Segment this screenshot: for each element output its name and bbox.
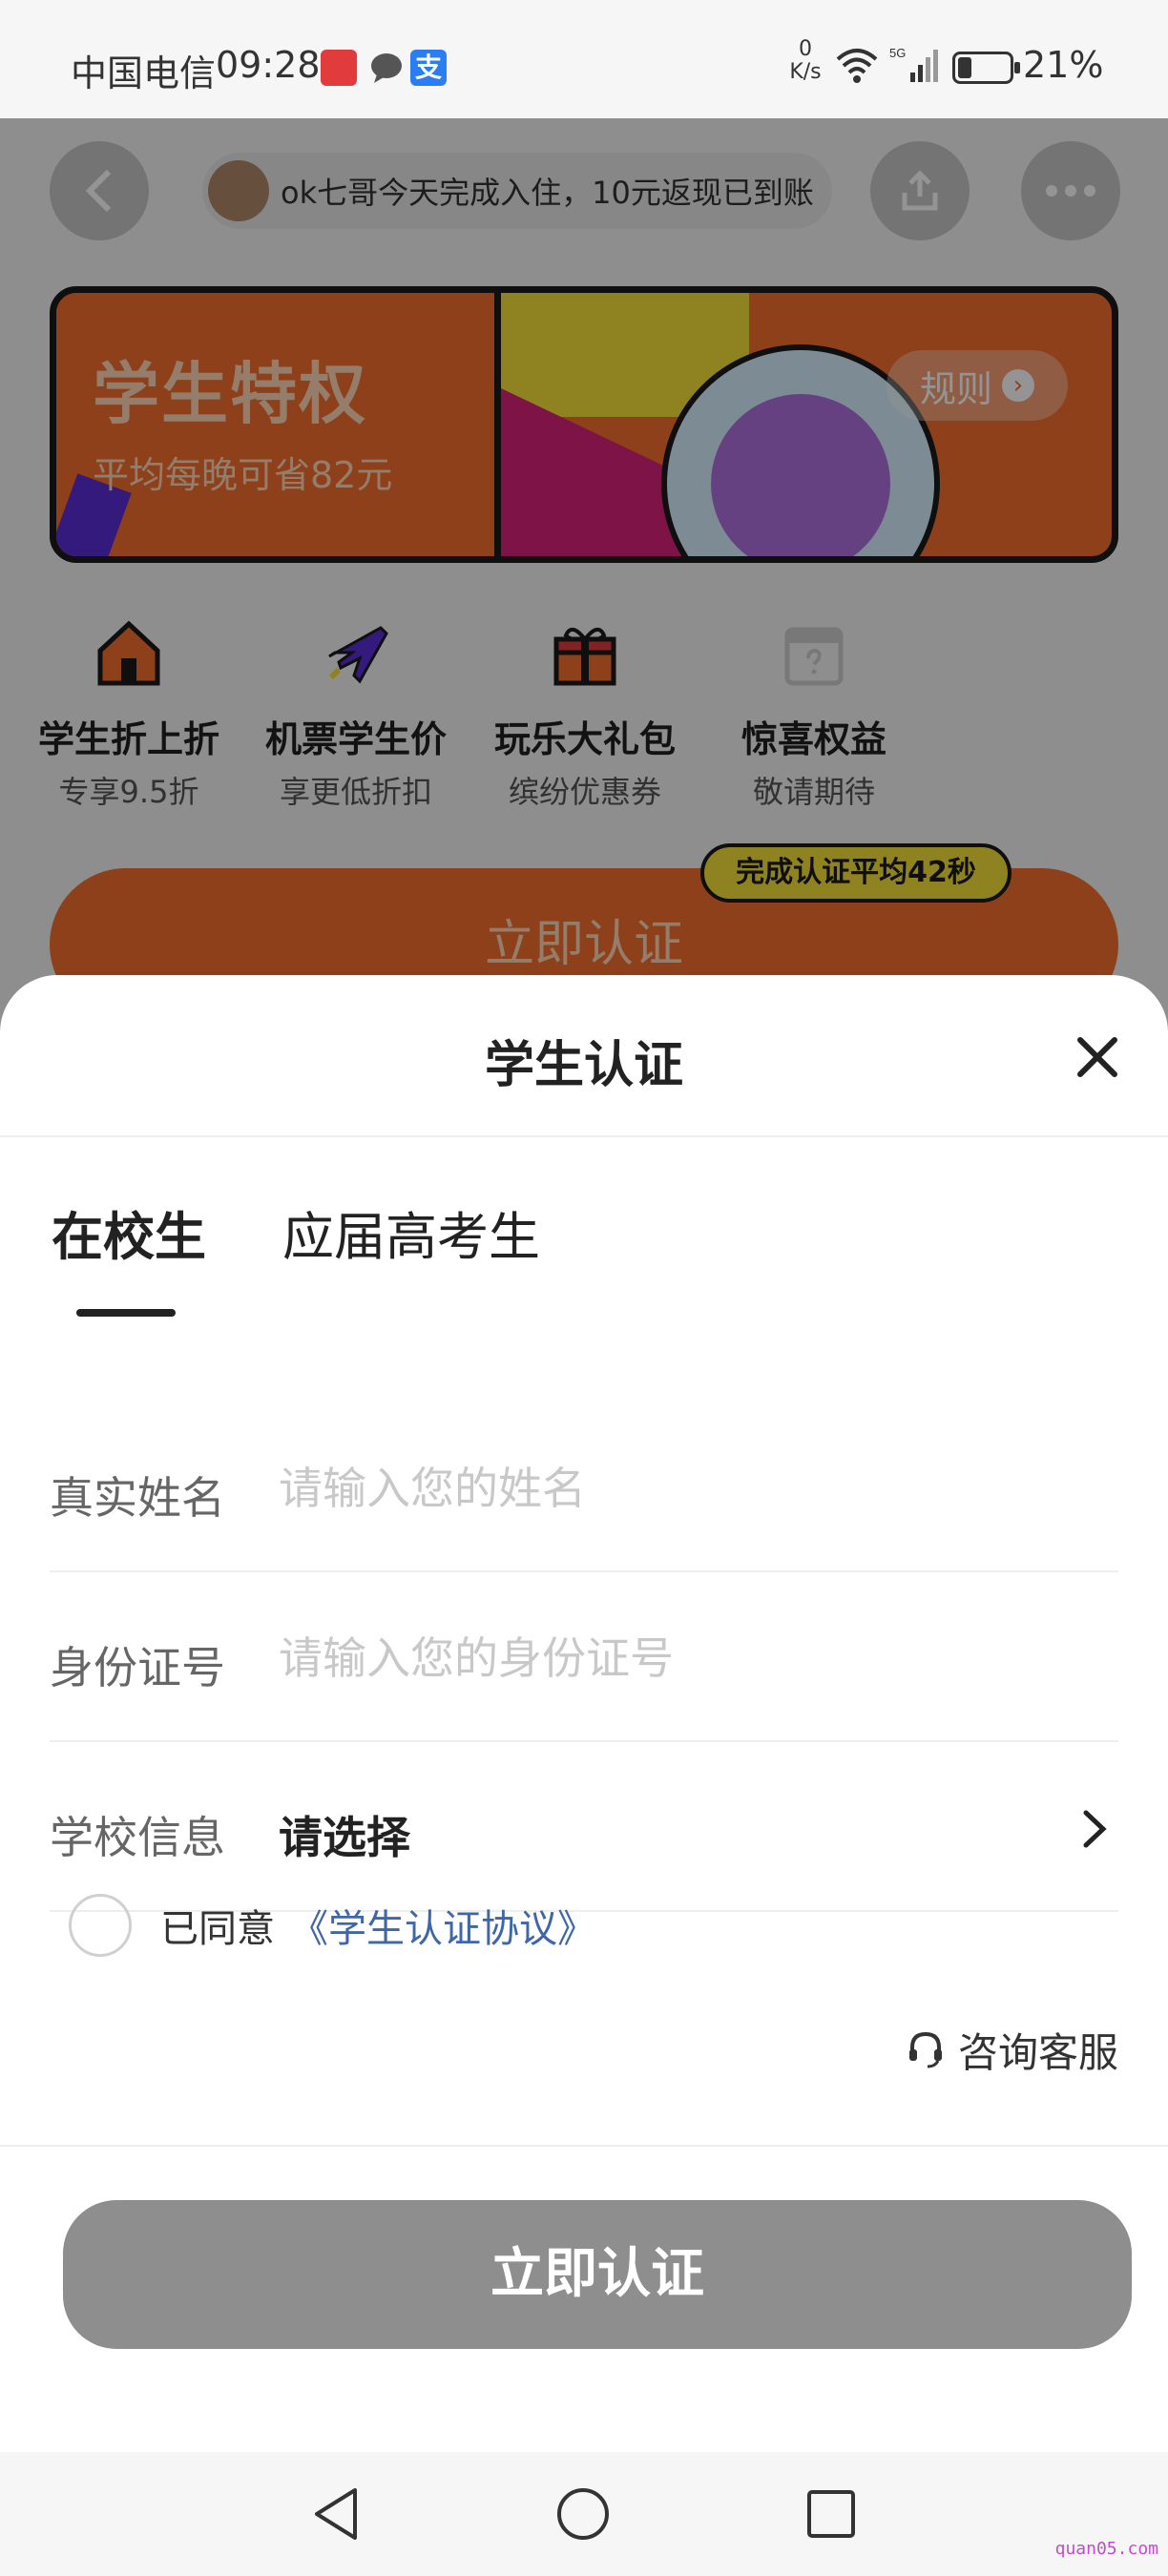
id-number-row: 身份证号 xyxy=(50,1574,1118,1742)
close-icon xyxy=(1077,1037,1117,1077)
school-row[interactable]: 学校信息 请选择 xyxy=(50,1744,1118,1912)
sheet-title: 学生认证 xyxy=(484,1037,683,1094)
id-number-label: 身份证号 xyxy=(50,1642,225,1693)
chevron-right-icon xyxy=(1083,1810,1107,1848)
nav-home-icon[interactable] xyxy=(550,2481,616,2547)
status-bar: 中国电信 09:28 支 0 K/s 5G 21% xyxy=(0,0,1168,118)
signal-icon: 5G xyxy=(889,46,943,88)
battery-percent: 21% xyxy=(1023,44,1104,86)
agreement-link[interactable]: 《学生认证协议》 xyxy=(290,1898,595,1953)
nav-recents-icon[interactable] xyxy=(798,2481,865,2547)
system-nav-bar: quan05.com xyxy=(0,2452,1168,2576)
headset-icon xyxy=(908,2031,942,2068)
divider xyxy=(0,2145,1168,2147)
network-type-label: 5G xyxy=(889,46,906,60)
battery-icon xyxy=(952,52,1020,84)
alipay-icon: 支 xyxy=(410,50,447,86)
student-verification-sheet: 学生认证 在校生 应届高考生 真实姓名 身份证号 学校信息 请选择 已同意 《学… xyxy=(0,975,1168,2452)
tab-current-student[interactable]: 在校生 xyxy=(52,1195,206,1270)
agreement-prefix: 已同意 xyxy=(160,1907,275,1951)
customer-service-button[interactable]: 咨询客服 xyxy=(905,2023,1118,2076)
name-label: 真实姓名 xyxy=(50,1472,225,1524)
nav-back-icon[interactable] xyxy=(303,2481,370,2547)
close-button[interactable] xyxy=(1069,1028,1126,1086)
id-number-input[interactable] xyxy=(279,1624,1090,1693)
heart-app-icon xyxy=(321,50,357,86)
wifi-icon xyxy=(836,49,878,83)
school-select[interactable]: 请选择 xyxy=(279,1803,410,1866)
net-speed: 0 K/s xyxy=(784,38,826,84)
student-type-tabs: 在校生 应届高考生 xyxy=(0,1195,1168,1319)
active-tab-indicator xyxy=(76,1309,176,1317)
agreement-checkbox[interactable] xyxy=(69,1894,132,1957)
chat-bubble-icon xyxy=(368,50,405,86)
name-input[interactable] xyxy=(279,1454,1090,1523)
agreement-row: 已同意 《学生认证协议》 xyxy=(69,1893,595,1958)
carrier-name: 中国电信 xyxy=(71,52,217,94)
tab-gaokao-student[interactable]: 应届高考生 xyxy=(282,1195,540,1270)
school-label: 学校信息 xyxy=(50,1812,225,1863)
verify-submit-button[interactable]: 立即认证 xyxy=(63,2200,1132,2349)
sheet-header: 学生认证 xyxy=(0,975,1168,1137)
name-row: 真实姓名 xyxy=(50,1404,1118,1572)
watermark: quan05.com xyxy=(1054,2539,1158,2559)
net-speed-value: 0 xyxy=(799,37,812,61)
customer-service-label: 咨询客服 xyxy=(957,2028,1118,2076)
status-time: 09:28 xyxy=(216,44,321,86)
net-speed-unit: K/s xyxy=(789,60,822,84)
